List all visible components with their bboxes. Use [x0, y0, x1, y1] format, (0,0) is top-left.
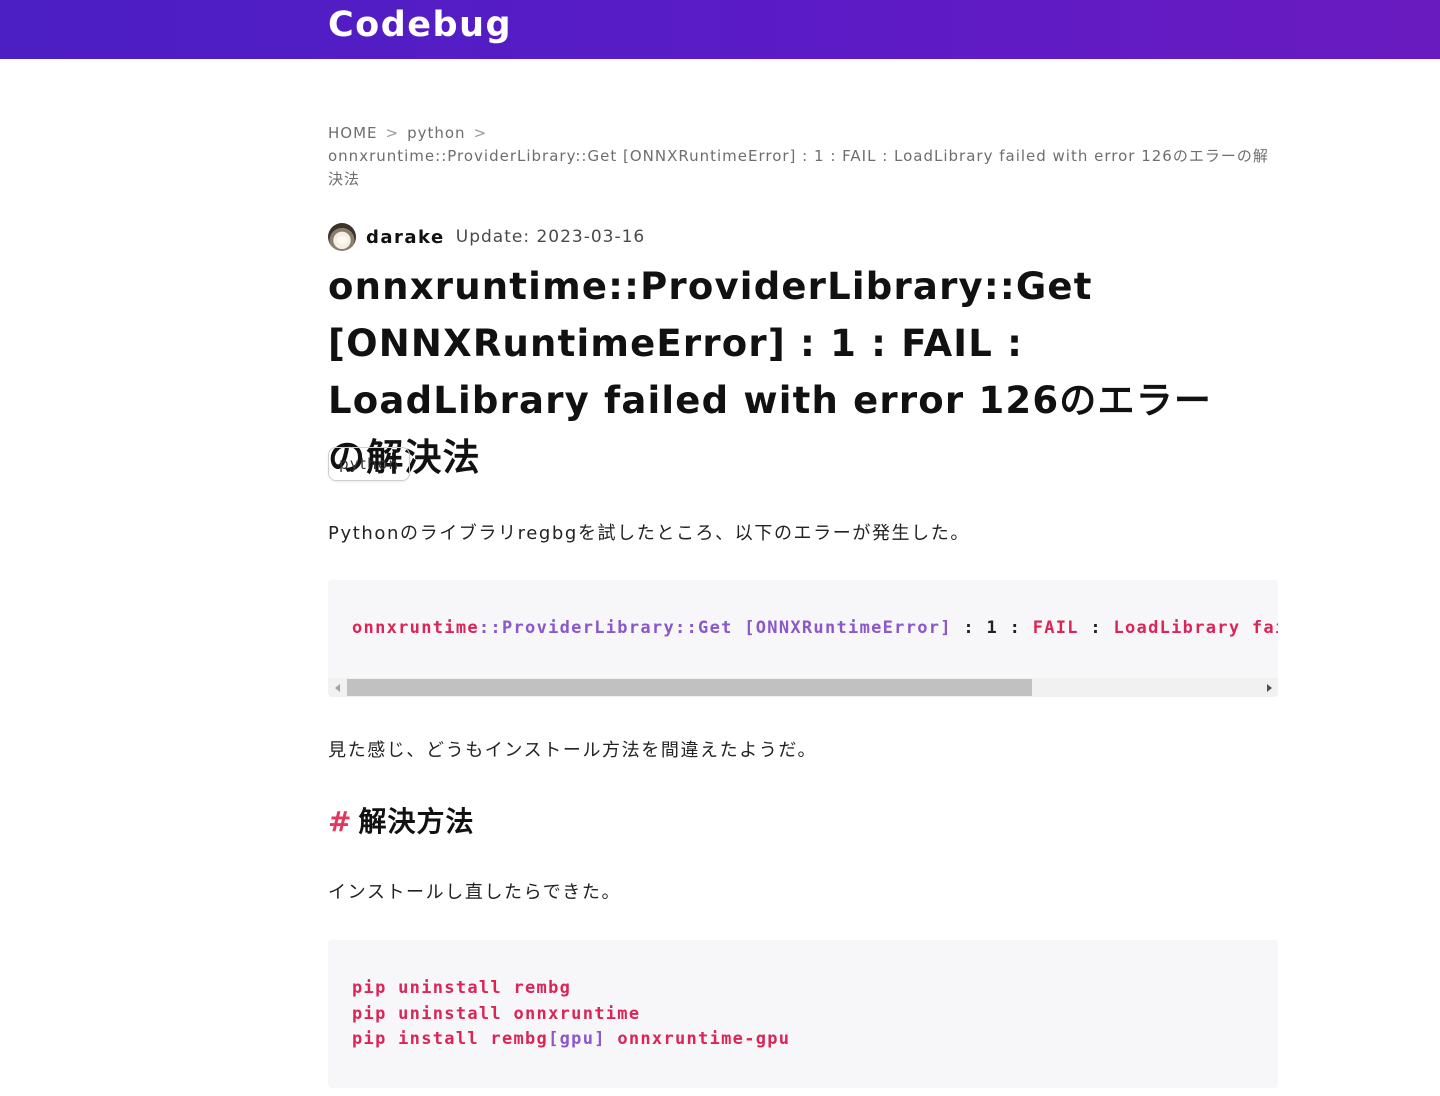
- post-title: onnxruntime::ProviderLibrary::Get [ONNXR…: [328, 265, 1213, 479]
- post-meta: darake Update: 2023-03-16: [328, 222, 645, 252]
- code-token: [gpu]: [548, 1029, 606, 1049]
- code-lines: pip uninstall rembg pip uninstall onnxrun…: [352, 976, 790, 1053]
- avatar: [328, 223, 356, 251]
- code-line: onnxruntime::ProviderLibrary::Get [ONNXR…: [352, 618, 1278, 638]
- code-token: :: [963, 618, 975, 638]
- update-date: Update: 2023-03-16: [455, 227, 646, 247]
- heading-anchor[interactable]: #: [328, 805, 352, 838]
- code-token: :: [1090, 618, 1102, 638]
- breadcrumb-separator: >: [385, 124, 400, 142]
- code-token: onnxruntime-gpu: [605, 1029, 791, 1049]
- code-token: [ONNXRuntimeError]: [744, 618, 952, 638]
- code-viewport: onnxruntime::ProviderLibrary::Get [ONNXR…: [328, 580, 1278, 678]
- code-token: pip install rembg: [352, 1029, 549, 1049]
- diagnosis-paragraph: 見た感じ、どうもインストール方法を間違えたようだ。: [328, 740, 818, 761]
- breadcrumb-current: onnxruntime::ProviderLibrary::Get [ONNXR…: [328, 147, 1269, 188]
- scrollbar-thumb[interactable]: [347, 679, 1032, 696]
- scroll-left-arrow-icon[interactable]: [328, 678, 346, 697]
- code-token: LoadLibrary failed with error 126: [1113, 618, 1278, 638]
- section-heading: # 解決方法: [328, 800, 474, 840]
- install-code-block: pip uninstall rembg pip uninstall onnxrun…: [328, 940, 1278, 1088]
- author-name[interactable]: darake: [366, 227, 445, 248]
- intro-paragraph: Pythonのライブラリregbgを試したところ、以下のエラーが発生した。: [328, 523, 970, 544]
- code-token: ::ProviderLibrary::Get: [478, 618, 733, 638]
- heading-text: 解決方法: [358, 805, 475, 838]
- site-logo[interactable]: Codebug: [328, 5, 512, 45]
- code-token: FAIL: [1032, 618, 1079, 638]
- solution-paragraph: インストールし直したらできた。: [328, 882, 622, 903]
- breadcrumb-separator: >: [473, 124, 488, 142]
- code-token: onnxruntime: [352, 618, 479, 638]
- site-header: Codebug: [0, 0, 1440, 59]
- scroll-right-arrow-icon[interactable]: [1260, 678, 1278, 697]
- horizontal-scrollbar[interactable]: [328, 678, 1278, 697]
- code-line: pip install rembg[gpu] onnxruntime-gpu: [352, 1027, 790, 1053]
- breadcrumb-home-link[interactable]: HOME: [328, 124, 378, 142]
- code-token: 1: [986, 618, 999, 638]
- code-line: pip uninstall rembg: [352, 978, 572, 998]
- error-code-block: onnxruntime::ProviderLibrary::Get [ONNXR…: [328, 580, 1278, 697]
- tag-python[interactable]: python: [328, 447, 411, 481]
- code-token: :: [1009, 618, 1022, 638]
- code-line: pip uninstall onnxruntime: [352, 1003, 641, 1024]
- breadcrumb-category-link[interactable]: python: [407, 124, 465, 142]
- breadcrumb: HOME > python > onnxruntime::ProviderLibrar…: [328, 122, 1278, 191]
